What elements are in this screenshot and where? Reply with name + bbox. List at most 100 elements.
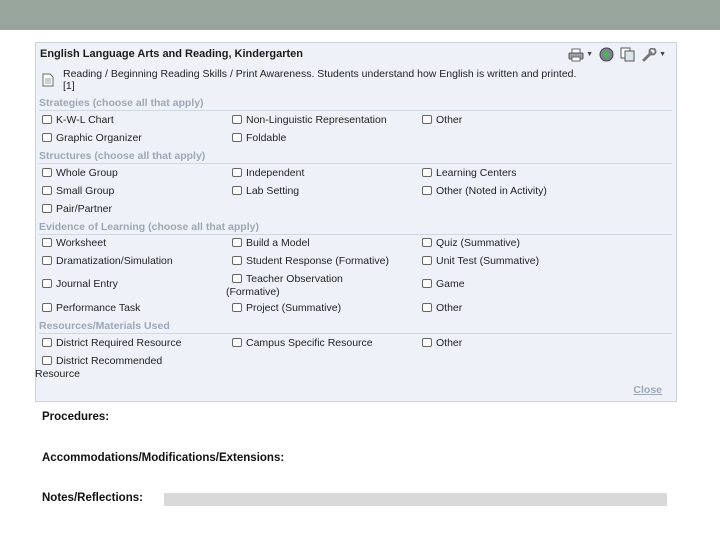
checkbox[interactable] xyxy=(42,256,52,265)
checkbox[interactable] xyxy=(42,115,52,124)
checkbox[interactable] xyxy=(232,338,242,347)
notes-label: Notes/Reflections: xyxy=(42,492,143,504)
standard-description: Reading / Beginning Reading Skills / Pri… xyxy=(63,68,577,80)
checkbox[interactable] xyxy=(422,279,432,288)
option-campus-specific[interactable]: Campus Specific Resource xyxy=(232,337,373,350)
checkbox[interactable] xyxy=(422,338,432,347)
option-kwl-chart[interactable]: K-W-L Chart xyxy=(42,114,114,127)
option-project[interactable]: Project (Summative) xyxy=(232,302,341,315)
section-divider xyxy=(39,234,672,235)
checkbox[interactable] xyxy=(422,238,432,247)
checkbox[interactable] xyxy=(42,238,52,247)
chevron-down-icon[interactable]: ▼ xyxy=(659,51,666,58)
option-small-group[interactable]: Small Group xyxy=(42,185,114,198)
notes-field[interactable] xyxy=(164,493,667,506)
option-graphic-organizer[interactable]: Graphic Organizer xyxy=(42,132,142,145)
section-heading-evidence: Evidence of Learning (choose all that ap… xyxy=(39,221,259,233)
checkbox[interactable] xyxy=(42,204,52,213)
section-divider xyxy=(39,163,672,164)
option-whole-group[interactable]: Whole Group xyxy=(42,167,118,180)
close-link[interactable]: Close xyxy=(633,384,662,396)
option-label: Pair/Partner xyxy=(56,203,113,215)
option-unit-test[interactable]: Unit Test (Summative) xyxy=(422,255,539,268)
option-label: Campus Specific Resource xyxy=(246,337,373,349)
checkbox[interactable] xyxy=(422,186,432,195)
section-heading-resources: Resources/Materials Used xyxy=(39,320,170,332)
checkbox[interactable] xyxy=(232,186,242,195)
option-game[interactable]: Game xyxy=(422,278,465,291)
checkbox[interactable] xyxy=(42,186,52,195)
option-label: Other xyxy=(436,302,463,314)
section-heading-strategies: Strategies (choose all that apply) xyxy=(39,97,204,109)
option-label: Game xyxy=(436,278,465,290)
checkbox[interactable] xyxy=(232,303,242,312)
checkbox[interactable] xyxy=(232,168,242,177)
checkbox[interactable] xyxy=(232,133,242,142)
option-strategies-other[interactable]: Other xyxy=(422,114,462,127)
option-build-model[interactable]: Build a Model xyxy=(232,237,310,250)
checkbox[interactable] xyxy=(42,279,52,288)
option-label: Teacher Observation xyxy=(246,273,343,285)
option-label: Build a Model xyxy=(246,237,310,249)
option-label: District Recommended xyxy=(56,355,163,367)
option-journal-entry[interactable]: Journal Entry xyxy=(42,278,118,291)
option-performance-task[interactable]: Performance Task xyxy=(42,302,140,315)
option-label: Whole Group xyxy=(56,167,118,179)
wrench-icon[interactable] xyxy=(641,47,657,62)
checkbox[interactable] xyxy=(232,256,242,265)
printer-icon[interactable] xyxy=(568,48,584,62)
standard-text: Reading / Beginning Reading Skills / Pri… xyxy=(63,68,663,92)
tools-menu[interactable]: ▼ xyxy=(641,47,666,62)
option-label: K-W-L Chart xyxy=(56,114,114,126)
copy-icon[interactable] xyxy=(620,47,635,62)
option-label: Student Response (Formative) xyxy=(246,255,389,267)
option-label: Unit Test (Summative) xyxy=(436,255,540,267)
option-label: Dramatization/Simulation xyxy=(56,255,173,267)
option-label: Graphic Organizer xyxy=(56,132,142,144)
option-label-continued: (Formative) xyxy=(226,286,280,298)
checkbox[interactable] xyxy=(232,115,242,124)
option-lab-setting[interactable]: Lab Setting xyxy=(232,185,299,198)
option-worksheet[interactable]: Worksheet xyxy=(42,237,106,250)
option-learning-centers[interactable]: Learning Centers xyxy=(422,167,517,180)
checkbox[interactable] xyxy=(42,338,52,347)
add-icon[interactable] xyxy=(599,47,614,62)
option-evidence-other[interactable]: Other xyxy=(422,302,462,315)
option-foldable[interactable]: Foldable xyxy=(232,132,286,145)
option-non-linguistic[interactable]: Non-Linguistic Representation xyxy=(232,114,387,127)
chevron-down-icon[interactable]: ▼ xyxy=(586,51,593,58)
option-dramatization[interactable]: Dramatization/Simulation xyxy=(42,255,173,268)
option-district-recommended[interactable]: District Recommended Resource xyxy=(35,355,163,381)
option-independent[interactable]: Independent xyxy=(232,167,304,180)
document-icon xyxy=(42,73,54,87)
option-label: Other (Noted in Activity) xyxy=(436,185,547,197)
option-label: Lab Setting xyxy=(246,185,300,197)
option-label: Journal Entry xyxy=(56,278,118,290)
checkbox[interactable] xyxy=(422,256,432,265)
checkbox[interactable] xyxy=(232,238,242,247)
option-student-response[interactable]: Student Response (Formative) xyxy=(232,255,389,268)
section-heading-structures: Structures (choose all that apply) xyxy=(39,150,206,162)
option-label: Project (Summative) xyxy=(246,302,342,314)
option-pair-partner[interactable]: Pair/Partner xyxy=(42,203,112,216)
option-quiz[interactable]: Quiz (Summative) xyxy=(422,237,520,250)
option-structures-other[interactable]: Other (Noted in Activity) xyxy=(422,185,547,198)
checkbox[interactable] xyxy=(422,168,432,177)
lesson-plan-panel: English Language Arts and Reading, Kinde… xyxy=(35,42,677,402)
standard-reference: [1] xyxy=(63,80,75,92)
checkbox[interactable] xyxy=(42,133,52,142)
option-label: Performance Task xyxy=(56,302,141,314)
checkbox[interactable] xyxy=(422,115,432,124)
checkbox[interactable] xyxy=(422,303,432,312)
option-label: Foldable xyxy=(246,132,287,144)
procedures-label: Procedures: xyxy=(42,411,110,423)
checkbox[interactable] xyxy=(42,303,52,312)
checkbox[interactable] xyxy=(42,356,52,365)
toolbar: ▼ ▼ xyxy=(568,47,666,62)
option-teacher-observation[interactable]: Teacher Observation (Formative) xyxy=(226,273,343,299)
print-menu[interactable]: ▼ xyxy=(568,48,593,62)
checkbox[interactable] xyxy=(232,274,242,283)
option-district-required[interactable]: District Required Resource xyxy=(42,337,181,350)
checkbox[interactable] xyxy=(42,168,52,177)
option-resources-other[interactable]: Other xyxy=(422,337,462,350)
